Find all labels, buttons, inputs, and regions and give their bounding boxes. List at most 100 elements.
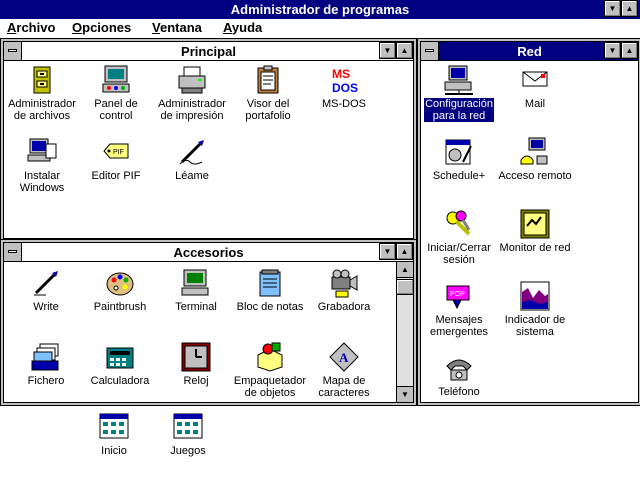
program-item[interactable]: Monitor de red <box>497 208 573 254</box>
scroll-up-arrow-icon[interactable]: ▲ <box>397 262 413 278</box>
program-item-label: Visor del portafolio <box>245 98 291 122</box>
program-item[interactable]: Panel de control <box>78 64 154 122</box>
maximize-button[interactable]: ▲ <box>621 0 638 17</box>
program-item-label: Indicador de sistema <box>504 314 566 338</box>
program-item[interactable]: Léame <box>154 136 230 182</box>
program-item[interactable]: Paintbrush <box>82 267 158 313</box>
vertical-scrollbar[interactable]: ▲ ▼ <box>396 262 413 402</box>
menu-bar: Archivo Opciones Ventana Ayuda <box>0 19 640 39</box>
program-item-label: Write <box>33 301 59 313</box>
window-accesorios-title: Accesorios <box>173 245 244 260</box>
program-item[interactable]: Write <box>8 267 84 313</box>
program-item-label: MS-DOS <box>322 98 366 110</box>
program-item[interactable]: Indicador de sistema <box>497 280 573 338</box>
program-item-label: Mapa de caracteres <box>318 375 370 399</box>
popup-messages-icon: POP <box>443 280 475 312</box>
app-title-bar[interactable]: Administrador de programas ▼ ▲ <box>0 0 640 20</box>
pif-tag-icon: PIF <box>100 136 132 168</box>
ms-dos-icon: MS DOS <box>328 64 360 96</box>
printer-icon <box>176 64 208 96</box>
svg-text:A: A <box>339 350 349 365</box>
mail-icon <box>519 64 551 96</box>
window-red[interactable]: Red ▼ ▲ Configuración para la red Mail Sch… <box>420 41 639 403</box>
program-item[interactable]: Calculadora <box>82 341 158 387</box>
program-item-label: Empaquetador de objetos <box>233 375 307 399</box>
program-item-label: Fichero <box>27 375 65 387</box>
program-item[interactable]: Mail <box>497 64 573 110</box>
app-title: Administrador de programas <box>230 2 410 17</box>
svg-text:MS: MS <box>332 67 350 81</box>
maximize-button[interactable]: ▲ <box>396 42 413 59</box>
palette-icon <box>104 267 136 299</box>
program-item-label: Léame <box>175 170 209 182</box>
maximize-button[interactable]: ▲ <box>396 243 413 260</box>
program-item-label: Juegos <box>170 445 206 457</box>
program-item-label: Terminal <box>175 301 217 313</box>
program-item[interactable]: Configuración para la red <box>421 64 497 122</box>
pen-write-icon <box>30 267 62 299</box>
minimize-button[interactable]: ▼ <box>379 42 396 59</box>
svg-text:DOS: DOS <box>332 81 358 95</box>
program-item[interactable]: A Mapa de caracteres <box>306 341 382 399</box>
scroll-down-arrow-icon[interactable]: ▼ <box>397 386 413 402</box>
net-monitor-icon <box>519 208 551 240</box>
svg-text:POP: POP <box>450 291 465 298</box>
menu-opciones[interactable]: Opciones <box>72 20 131 35</box>
program-item[interactable]: Teléfono <box>421 352 497 398</box>
program-item-label: Paintbrush <box>93 301 147 313</box>
minimize-button[interactable]: ▼ <box>379 243 396 260</box>
program-group-icon <box>98 411 130 443</box>
program-item-label: Mail <box>524 98 546 110</box>
recorder-camera-icon <box>328 267 360 299</box>
program-item[interactable]: Fichero <box>8 341 84 387</box>
program-item[interactable]: POP Mensajes emergentes <box>421 280 497 338</box>
program-item[interactable]: Grabadora <box>306 267 382 313</box>
schedule-icon <box>443 136 475 168</box>
program-item[interactable]: Juegos <box>150 411 226 457</box>
program-item[interactable]: Visor del portafolio <box>230 64 306 122</box>
program-item[interactable]: Instalar Windows <box>4 136 80 194</box>
pen-readme-icon <box>176 136 208 168</box>
program-item-label: Mensajes emergentes <box>429 314 489 338</box>
menu-ventana[interactable]: Ventana <box>152 20 202 35</box>
program-item-label: Acceso remoto <box>498 170 572 182</box>
program-item-label: Grabadora <box>317 301 371 313</box>
remote-access-icon <box>519 136 551 168</box>
minimize-button[interactable]: ▼ <box>604 42 621 59</box>
window-red-caption[interactable]: Red ▼ ▲ <box>421 42 638 61</box>
program-item-label: Administrador de archivos <box>8 98 76 122</box>
program-item-label: Calculadora <box>90 375 150 387</box>
menu-archivo[interactable]: Archivo <box>7 20 55 35</box>
program-item-label: Reloj <box>183 375 209 387</box>
program-item-label: Iniciar/Cerrar sesión <box>427 242 491 266</box>
calculator-icon <box>104 341 136 373</box>
program-item[interactable]: Administrador de impresión <box>154 64 230 122</box>
menu-ayuda[interactable]: Ayuda <box>223 20 262 35</box>
program-item-label: Panel de control <box>94 98 138 122</box>
window-principal[interactable]: Principal ▼ ▲ Administrador de archivos P… <box>3 41 414 239</box>
program-item[interactable]: Reloj <box>158 341 234 387</box>
window-accesorios-caption[interactable]: Accesorios ▼ ▲ <box>4 243 413 262</box>
maximize-button[interactable]: ▲ <box>621 42 638 59</box>
window-accesorios[interactable]: Accesorios ▼ ▲ ▲ ▼ Write Paintbrush Termin… <box>3 242 414 403</box>
program-item[interactable]: Iniciar/Cerrar sesión <box>421 208 497 266</box>
program-item[interactable]: Administrador de archivos <box>4 64 80 122</box>
program-item[interactable]: MS DOS MS-DOS <box>306 64 382 110</box>
telephone-icon <box>443 352 475 384</box>
clipboard-viewer-icon <box>252 64 284 96</box>
packager-icon <box>254 341 286 373</box>
program-item[interactable]: Acceso remoto <box>497 136 573 182</box>
program-item[interactable]: PIF Editor PIF <box>78 136 154 182</box>
program-item[interactable]: Empaquetador de objetos <box>232 341 308 399</box>
window-principal-caption[interactable]: Principal ▼ ▲ <box>4 42 413 61</box>
program-item[interactable]: Bloc de notas <box>232 267 308 313</box>
program-group-icon <box>172 411 204 443</box>
program-item[interactable]: Schedule+ <box>421 136 497 182</box>
window-principal-title: Principal <box>181 44 236 59</box>
svg-text:PIF: PIF <box>113 149 124 156</box>
program-item[interactable]: Terminal <box>158 267 234 313</box>
clock-icon <box>180 341 212 373</box>
minimize-button[interactable]: ▼ <box>604 0 621 17</box>
scroll-thumb[interactable] <box>397 279 413 295</box>
program-item[interactable]: Inicio <box>76 411 152 457</box>
